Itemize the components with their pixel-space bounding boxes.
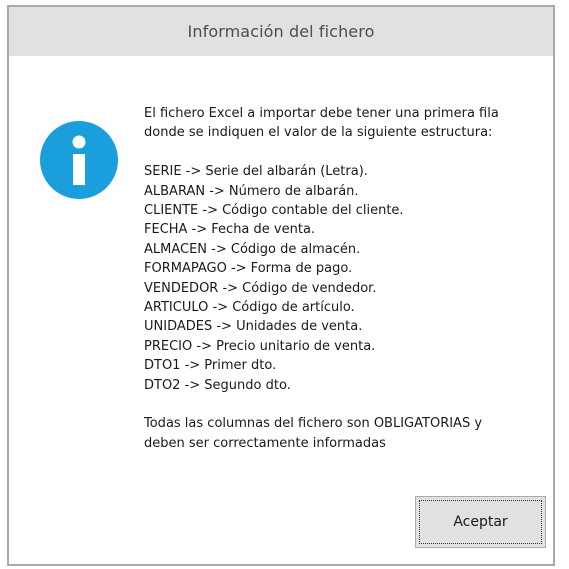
field-line-almacen: ALMACEN -> Código de almacén. [144,241,361,257]
field-line-dto2: DTO2 -> Segundo dto. [144,377,291,393]
message-line: donde se indiquen el valor de la siguien… [144,125,493,141]
field-line-cliente: CLIENTE -> Código contable del cliente. [144,203,404,219]
field-line-vendedor: VENDEDOR -> Código de vendedor. [144,280,377,296]
dialog-titlebar[interactable]: Información del fichero [9,7,553,56]
accept-button[interactable]: Aceptar [415,496,546,548]
message-dialog: Información del fichero El fichero Excel… [7,5,555,566]
field-line-precio: PRECIO -> Precio unitario de venta. [144,338,376,354]
message-footer-line: Todas las columnas del fichero son OBLIG… [144,416,483,432]
info-icon [40,121,118,199]
field-line-dto1: DTO1 -> Primer dto. [144,358,277,374]
field-line-articulo: ARTICULO -> Código de artículo. [144,300,355,316]
accept-button-label: Aceptar [453,514,508,530]
field-line-serie: SERIE -> Serie del albarán (Letra). [144,164,368,180]
field-line-formapago: FORMAPAGO -> Forma de pago. [144,261,353,277]
field-line-fecha: FECHA -> Fecha de venta. [144,222,316,238]
dialog-title: Información del fichero [187,22,375,41]
field-line-albaran: ALBARAN -> Número de albarán. [144,183,359,199]
message-footer-line: deben ser correctamente informadas [144,435,386,451]
message-line: El fichero Excel a importar debe tener u… [144,106,499,121]
dialog-message: El fichero Excel a importar debe tener u… [144,104,554,453]
field-line-unidades: UNIDADES -> Unidades de venta. [144,319,363,335]
